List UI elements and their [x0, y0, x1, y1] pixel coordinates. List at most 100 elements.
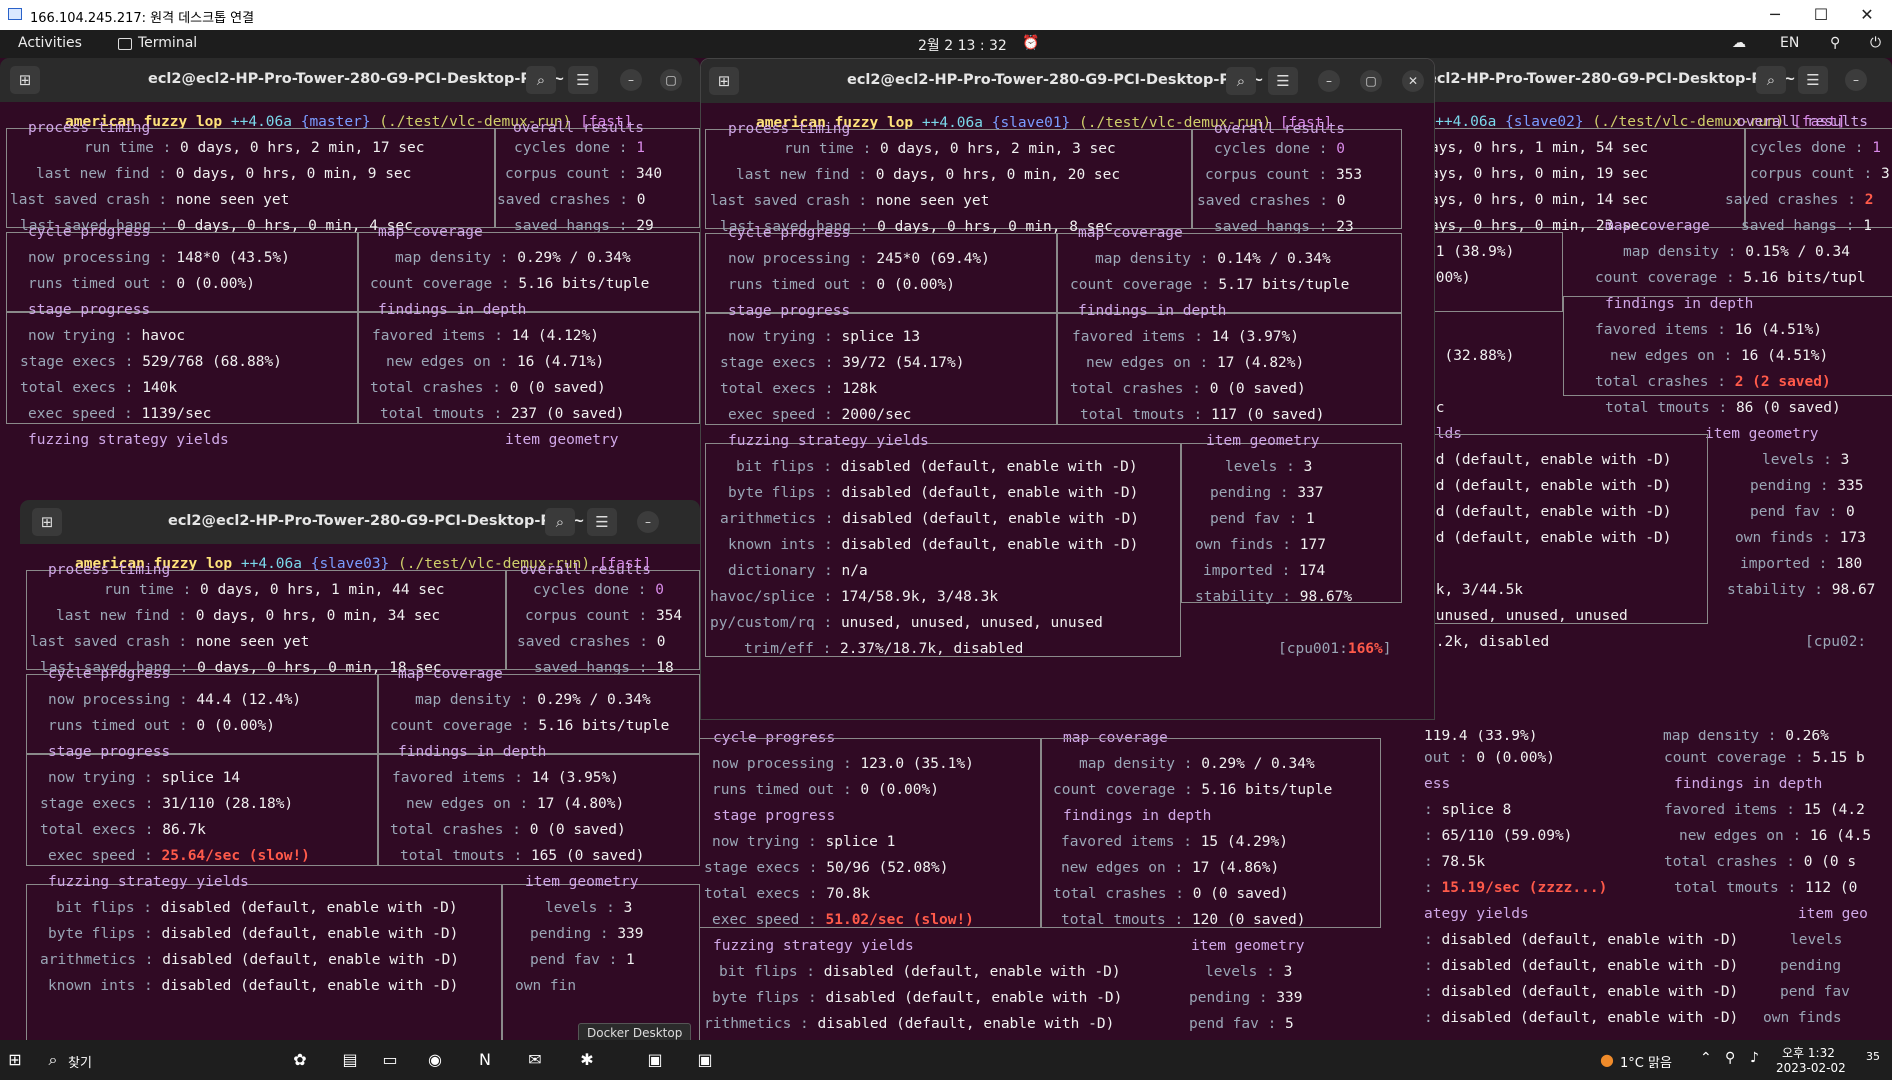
tray-icon[interactable]: ☁ [1732, 35, 1746, 51]
task-view-icon[interactable]: ▤ [335, 1046, 365, 1074]
new-tab-icon[interactable]: ⊞ [32, 508, 62, 536]
activities-button[interactable]: Activities [18, 35, 82, 51]
network-icon[interactable]: ⚲ [1830, 35, 1840, 51]
notification-badge[interactable]: 35 [1866, 1050, 1880, 1063]
terminal-behind-right: 119.4 (33.9%) map density : 0.26% out : … [1418, 730, 1892, 1040]
stage-execs: 39/72 (54.17%) [842, 355, 965, 371]
minimize-icon[interactable]: – [1318, 70, 1340, 92]
map-density: 0.29% / 0.34% [537, 692, 651, 708]
weather-text[interactable]: 1°C 맑음 [1620, 1052, 1672, 1071]
maximize-button[interactable]: ☐ [1798, 0, 1844, 30]
imported: 180 [1836, 556, 1863, 572]
slack-icon[interactable]: ✱ [572, 1046, 602, 1074]
findings-label: findings in depth [1078, 303, 1227, 319]
search-icon[interactable]: ⌕ [1226, 67, 1256, 95]
chrome-icon[interactable]: ◉ [420, 1046, 450, 1074]
new-edges-on: 16 (4.71%) [516, 354, 605, 370]
clock[interactable]: 2월 2 13 : 32 [918, 35, 1007, 55]
kakaotalk-icon[interactable]: ✉ [520, 1046, 550, 1074]
stage-execs: 65/110 (59.09%) [1441, 828, 1573, 844]
overall-results-label: overall results [513, 120, 644, 136]
overall-results-label: overall results [1214, 121, 1345, 137]
window-title: ecl2@ecl2-HP-Pro-Tower-280-G9-PCI-Deskto… [847, 72, 1264, 88]
minimize-icon[interactable]: – [620, 69, 642, 91]
terminal-window-slave02[interactable]: ecl2-HP-Pro-Tower-280-G9-PCI-Desktop-PC:… [1405, 58, 1892, 730]
now-processing: .1 (38.9%) [1427, 244, 1515, 260]
window-titlebar[interactable]: ⊞ ecl2@ecl2-HP-Pro-Tower-280-G9-PCI-Desk… [20, 500, 700, 544]
close-icon[interactable]: ✕ [1402, 70, 1424, 92]
search-icon[interactable]: ⌕ [526, 66, 556, 94]
cycle-progress-box [26, 674, 378, 754]
app-menu[interactable]: Terminal [138, 35, 197, 51]
levels: 3 [623, 900, 633, 916]
bit-flips: ed (default, enable with -D) [1427, 452, 1672, 468]
window-title: ecl2@ecl2-HP-Pro-Tower-280-G9-PCI-Deskto… [168, 513, 585, 529]
havoc-splice: 174/58.9k, 3/48.3k [840, 589, 999, 605]
minimize-icon[interactable]: – [1845, 69, 1867, 91]
taskbar-date[interactable]: 2023-02-02 [1776, 1061, 1846, 1075]
notion-icon[interactable]: N [470, 1046, 500, 1074]
window-titlebar[interactable]: ecl2-HP-Pro-Tower-280-G9-PCI-Desktop-PC:… [1405, 58, 1892, 102]
search-box[interactable]: 찾기 [68, 1052, 92, 1071]
hamburger-menu-icon[interactable]: ☰ [587, 508, 617, 536]
new-tab-icon[interactable]: ⊞ [10, 66, 40, 94]
weather-widget-icon[interactable]: ✿ [285, 1046, 315, 1074]
hamburger-menu-icon[interactable]: ☰ [1798, 66, 1828, 94]
own-finds: own fin [515, 978, 577, 994]
pending: 337 [1297, 485, 1324, 501]
map-coverage-label: map coverage [1605, 218, 1710, 234]
language-indicator[interactable]: EN [1780, 35, 1799, 51]
maximize-icon[interactable]: ▢ [660, 69, 682, 91]
volume-icon[interactable]: ♪ [1750, 1050, 1759, 1066]
item-geometry-label: item geometry [1206, 433, 1320, 449]
pend-fav: 1 [626, 952, 635, 968]
terminal-behind-middle: cycle progress map coverage now processi… [693, 720, 1418, 1040]
minimize-button[interactable]: ─ [1752, 0, 1798, 30]
cycle-progress-label: cycle progress [48, 666, 171, 682]
weather-icon[interactable]: ● [1592, 1046, 1622, 1074]
box [693, 738, 1041, 928]
saved-crashes: 0 [656, 634, 666, 650]
hamburger-menu-icon[interactable]: ☰ [568, 66, 598, 94]
hamburger-menu-icon[interactable]: ☰ [1268, 67, 1298, 95]
process-timing-label: process timing [48, 562, 171, 578]
exec-speed: 15.19/sec (zzzz...) [1441, 880, 1608, 896]
levels: 3 [1840, 452, 1850, 468]
search-icon[interactable]: ⌕ [1756, 66, 1786, 94]
new-edges-on: 16 (4.51%) [1740, 348, 1829, 364]
taskbar-time[interactable]: 오후 1:32 [1782, 1044, 1835, 1061]
total-execs: 86.7k [162, 822, 206, 838]
arithmetics: disabled (default, enable with -D) [1441, 984, 1739, 1000]
start-icon[interactable]: ⊞ [0, 1046, 30, 1074]
map-coverage-box [378, 674, 700, 754]
minimize-icon[interactable]: – [637, 511, 659, 533]
yields-label: fuzzing strategy yields [728, 433, 929, 449]
arithmetics: disabled (default, enable with -D) [842, 511, 1140, 527]
terminal-window-slave03[interactable]: ⊞ ecl2@ecl2-HP-Pro-Tower-280-G9-PCI-Desk… [20, 500, 700, 1040]
remote-desktop-icon[interactable]: ▣ [640, 1046, 670, 1074]
window-titlebar[interactable]: ⊞ ecl2@ecl2-HP-Pro-Tower-280-G9-PCI-Desk… [0, 58, 700, 102]
levels: 3 [1283, 964, 1293, 980]
pend-fav: 0 [1846, 504, 1855, 520]
tray-chevron-icon[interactable]: ⌃ [1700, 1050, 1712, 1066]
last-saved-crash: ays, 0 hrs, 0 min, 14 sec [1430, 192, 1649, 208]
file-explorer-icon[interactable]: ▭ [375, 1046, 405, 1074]
terminal-window-slave01[interactable]: ⊞ ecl2@ecl2-HP-Pro-Tower-280-G9-PCI-Desk… [700, 58, 1435, 720]
count-coverage: 5.17 bits/tuple [1218, 277, 1350, 293]
network-icon[interactable]: ⚲ [1725, 1050, 1735, 1066]
favored-items: 14 (4.12%) [511, 328, 599, 344]
close-button[interactable]: ✕ [1844, 0, 1890, 30]
search-icon[interactable]: ⌕ [38, 1046, 68, 1074]
window-titlebar[interactable]: ⊞ ecl2@ecl2-HP-Pro-Tower-280-G9-PCI-Desk… [701, 59, 1434, 103]
search-icon[interactable]: ⌕ [545, 508, 575, 536]
rdp-icon [8, 8, 22, 20]
maximize-icon[interactable]: ▢ [1360, 70, 1382, 92]
rdp-active-icon[interactable]: ▣ [690, 1046, 720, 1074]
pending: 339 [617, 926, 644, 942]
process-timing-label: process timing [28, 120, 151, 136]
map-density: 0.26% [1785, 730, 1829, 744]
new-edges-on: 17 (4.80%) [536, 796, 625, 812]
new-tab-icon[interactable]: ⊞ [709, 67, 739, 95]
total-tmouts: 117 (0 saved) [1210, 407, 1325, 423]
power-icon[interactable]: ⏻ [1870, 35, 1881, 51]
